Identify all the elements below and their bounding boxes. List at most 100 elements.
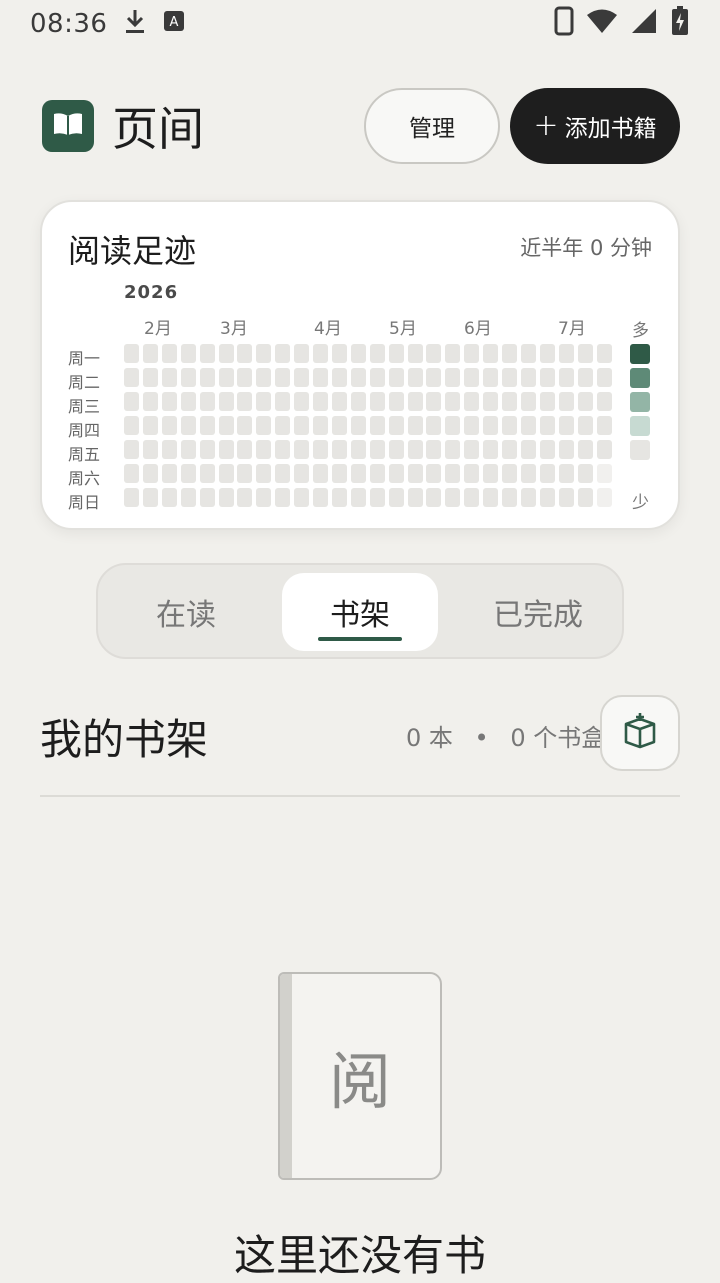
heatmap-cell	[464, 464, 480, 483]
tab-label: 书架	[330, 598, 390, 633]
heatmap-cell	[407, 464, 423, 483]
heatmap-cell	[313, 488, 328, 507]
heatmap-cell	[520, 368, 536, 387]
heatmap-cell	[388, 416, 404, 435]
manage-button[interactable]: 管理	[364, 88, 500, 164]
heatmap-cell	[161, 344, 177, 363]
weekday-label: 周一	[68, 349, 101, 368]
heatmap-cell	[369, 488, 385, 507]
heatmap-cell	[275, 368, 291, 387]
heatmap-cell	[180, 368, 196, 387]
heatmap-cell	[577, 368, 593, 387]
heatmap-cell	[199, 392, 215, 411]
heatmap-cell	[256, 488, 272, 507]
heatmap-cell	[369, 368, 385, 387]
heatmap-cell	[142, 392, 158, 411]
heatmap-cell	[256, 392, 272, 411]
heatmap-cell	[142, 488, 158, 507]
heatmap-cell	[313, 344, 328, 363]
tab-reading[interactable]: 在读	[108, 573, 264, 651]
heatmap-cell	[539, 344, 555, 363]
heatmap-cell	[596, 440, 612, 459]
heatmap-cell	[218, 416, 234, 435]
heatmap-cell	[464, 344, 480, 363]
book-box-button[interactable]	[600, 695, 680, 771]
heatmap-cell	[294, 416, 310, 435]
heatmap-cell	[388, 464, 404, 483]
heatmap-cell	[426, 416, 442, 435]
heatmap-cell	[161, 488, 177, 507]
heatmap-cell	[199, 488, 215, 507]
heatmap-cell	[388, 392, 404, 411]
heatmap-cell	[294, 488, 310, 507]
heatmap-cell	[426, 392, 442, 411]
heatmap-cell	[558, 464, 574, 483]
heatmap-cell	[426, 488, 442, 507]
heatmap-cell	[294, 392, 310, 411]
heatmap-cell	[237, 488, 253, 507]
shelf-stats: 0 本 • 0 个书盒	[406, 718, 605, 753]
heatmap-cell	[199, 416, 215, 435]
heatmap-cell	[256, 440, 272, 459]
heatmap-cell	[313, 440, 328, 459]
heatmap-cell	[539, 488, 555, 507]
tab-label: 在读	[156, 598, 216, 633]
heatmap-cell	[218, 392, 234, 411]
heatmap-cell	[275, 440, 291, 459]
heatmap-cell	[520, 392, 536, 411]
app-logo	[42, 100, 94, 152]
status-bar: 08:36 A	[0, 0, 720, 48]
heatmap-cell	[218, 440, 234, 459]
heatmap-cell	[142, 344, 158, 363]
add-book-button[interactable]: + 添加书籍	[510, 88, 680, 164]
weekday-label: 周五	[68, 445, 101, 464]
heatmap-cell	[218, 488, 234, 507]
app-title: 页间	[112, 102, 204, 156]
heatmap-cell	[331, 440, 347, 459]
book-box-icon	[621, 712, 659, 754]
heatmap-cell	[124, 416, 139, 435]
heatmap-cell	[558, 416, 574, 435]
tab-bookshelf[interactable]: 书架	[282, 573, 438, 651]
heatmap-cell	[464, 392, 480, 411]
legend-swatch	[630, 392, 650, 412]
heatmap-cell	[577, 464, 593, 483]
heatmap-cell	[331, 344, 347, 363]
heatmap-cell	[596, 368, 612, 387]
weekday-label: 周日	[68, 493, 101, 512]
heatmap-cell	[558, 440, 574, 459]
heatmap-cell	[407, 488, 423, 507]
book-count: 0 本	[406, 724, 453, 752]
heatmap-cell	[388, 440, 404, 459]
heatmap-cell	[313, 392, 328, 411]
month-label: 3月	[220, 319, 248, 339]
heatmap-cell	[388, 344, 404, 363]
box-count: 0 个书盒	[510, 724, 606, 752]
heatmap-cell	[256, 416, 272, 435]
heatmap-cell	[142, 464, 158, 483]
keyboard-a-icon: A	[163, 9, 185, 39]
tab-finished[interactable]: 已完成	[460, 573, 616, 651]
month-label: 2月	[144, 319, 172, 339]
heatmap-cell	[483, 392, 499, 411]
heatmap-cell	[237, 344, 253, 363]
heatmap-cell	[237, 416, 253, 435]
heatmap-cell	[199, 440, 215, 459]
heatmap-cell	[161, 392, 177, 411]
heatmap-cell	[539, 416, 555, 435]
heatmap-cell	[199, 464, 215, 483]
heatmap-cell	[331, 464, 347, 483]
heatmap-cell	[577, 488, 593, 507]
heatmap-cell	[539, 368, 555, 387]
heatmap-cell	[596, 464, 612, 483]
shelf-tabs: 在读 书架 已完成	[96, 563, 624, 659]
heatmap-cell	[369, 344, 385, 363]
heatmap-cell	[407, 392, 423, 411]
heatmap-cell	[388, 488, 404, 507]
heatmap-cell	[426, 440, 442, 459]
heatmap-cell	[502, 440, 517, 459]
heatmap-cell	[483, 344, 499, 363]
heatmap-cell	[596, 392, 612, 411]
heatmap-cell	[180, 416, 196, 435]
heatmap-cell	[502, 464, 517, 483]
